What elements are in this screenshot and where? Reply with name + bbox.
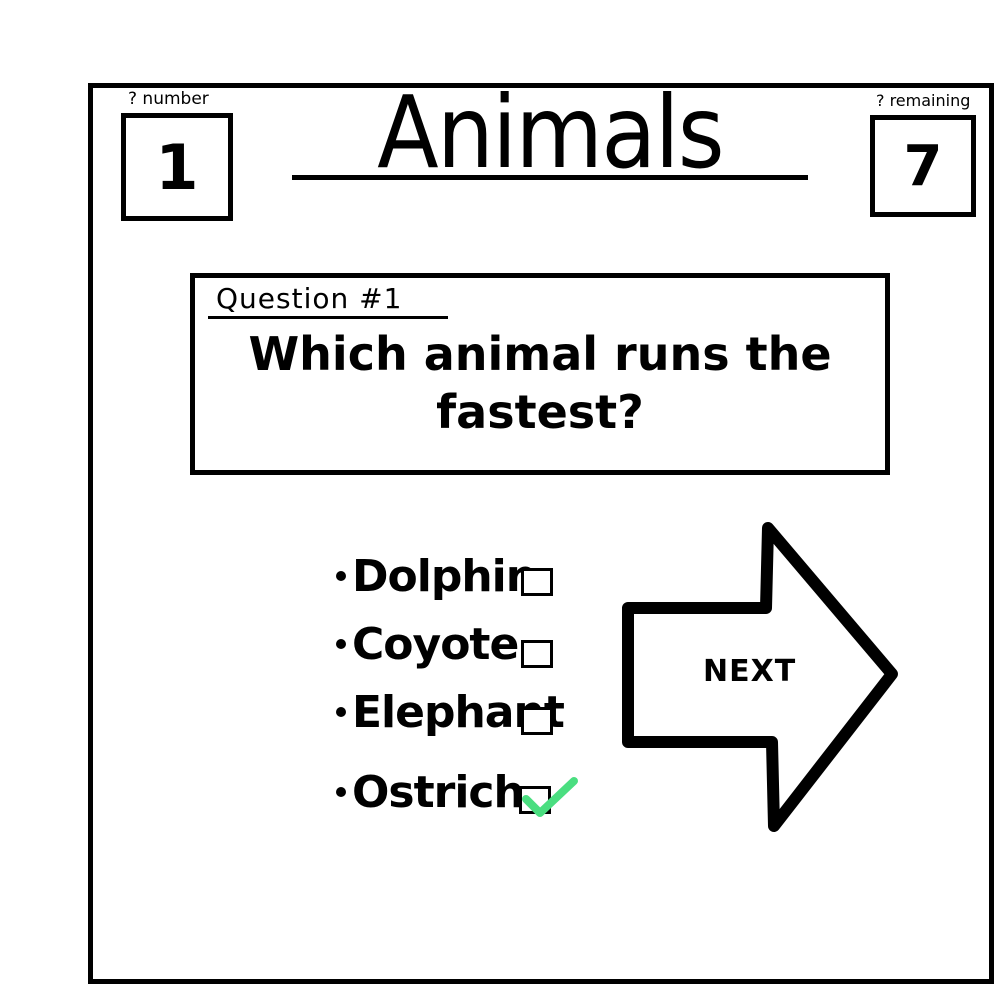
page-title: Animals xyxy=(377,74,725,191)
option-coyote[interactable]: Coyote xyxy=(336,616,530,672)
option-label-coyote: Coyote xyxy=(352,618,519,670)
question-label-underline xyxy=(208,316,448,319)
bullet-icon xyxy=(336,571,346,581)
question-text: Which animal runs the fastest? xyxy=(248,327,832,439)
option-label-ostrich: Ostrich xyxy=(352,766,525,818)
checkbox-dolphin[interactable] xyxy=(521,568,553,596)
question-number-value: 1 xyxy=(155,130,199,204)
question-label: Question #1 xyxy=(216,282,403,315)
checkbox-coyote[interactable] xyxy=(521,640,553,668)
check-icon xyxy=(522,777,578,817)
next-button-label[interactable]: NEXT xyxy=(703,654,796,689)
question-number-box: 1 xyxy=(121,113,233,221)
remaining-box: 7 xyxy=(870,115,976,217)
bullet-icon xyxy=(336,787,346,797)
option-elephant[interactable]: Elephant xyxy=(336,684,565,740)
bullet-icon xyxy=(336,707,346,717)
remaining-value: 7 xyxy=(903,133,943,199)
checkbox-ostrich[interactable] xyxy=(519,777,578,817)
remaining-caption: ? remaining xyxy=(876,91,971,110)
title-underline xyxy=(292,175,808,180)
checkbox-elephant[interactable] xyxy=(521,707,553,735)
bullet-icon xyxy=(336,639,346,649)
option-label-elephant: Elephant xyxy=(352,686,565,738)
option-label-dolphin: Dolphin xyxy=(352,550,537,602)
question-number-caption: ? number xyxy=(128,89,209,109)
option-ostrich[interactable]: Ostrich xyxy=(336,764,530,820)
option-dolphin[interactable]: Dolphin xyxy=(336,548,537,604)
